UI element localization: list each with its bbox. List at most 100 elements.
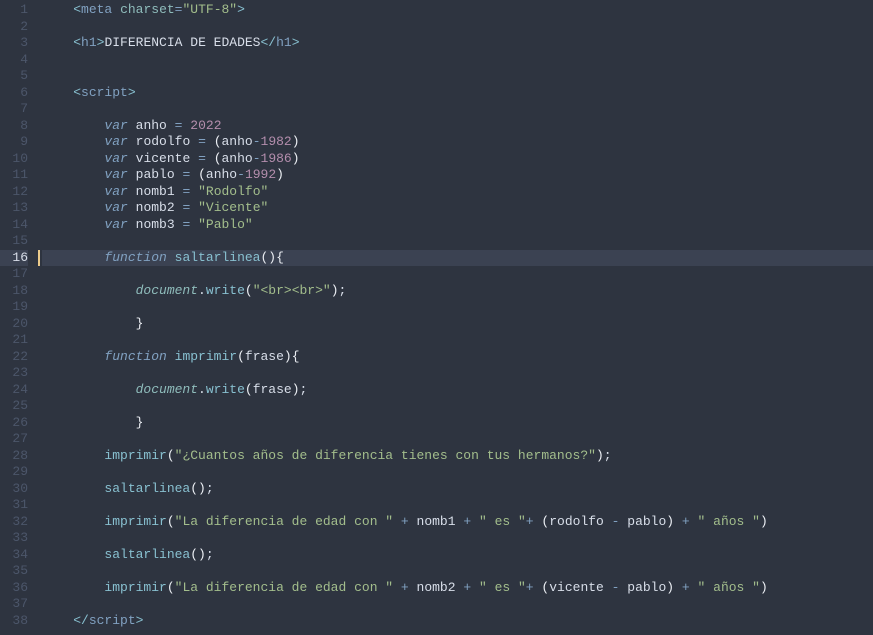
token-var: anho — [206, 167, 237, 182]
code-line[interactable]: var rodolfo = (anho-1982) — [42, 134, 873, 151]
line-number[interactable]: 17 — [0, 266, 28, 283]
code-line[interactable] — [42, 68, 873, 85]
line-number[interactable]: 24 — [0, 382, 28, 399]
line-number[interactable]: 27 — [0, 431, 28, 448]
line-number[interactable]: 13 — [0, 200, 28, 217]
line-number-gutter[interactable]: 1234567891011121314151617181920212223242… — [0, 0, 38, 635]
line-number[interactable]: 26 — [0, 415, 28, 432]
code-editor[interactable]: 1234567891011121314151617181920212223242… — [0, 0, 873, 635]
token-string: "Vicente" — [198, 200, 268, 215]
code-line[interactable]: function saltarlinea(){ — [42, 250, 873, 267]
code-line[interactable] — [42, 266, 873, 283]
line-number[interactable]: 18 — [0, 283, 28, 300]
code-line[interactable]: function imprimir(frase){ — [42, 349, 873, 366]
code-line[interactable] — [42, 233, 873, 250]
code-line[interactable]: document.write(frase); — [42, 382, 873, 399]
code-line[interactable] — [42, 431, 873, 448]
line-number[interactable]: 35 — [0, 563, 28, 580]
line-number[interactable]: 8 — [0, 118, 28, 135]
code-line[interactable]: var pablo = (anho-1992) — [42, 167, 873, 184]
line-number[interactable]: 10 — [0, 151, 28, 168]
code-line[interactable]: saltarlinea(); — [42, 481, 873, 498]
code-line[interactable]: var nomb1 = "Rodolfo" — [42, 184, 873, 201]
code-line[interactable]: imprimir("La diferencia de edad con " + … — [42, 580, 873, 597]
line-number[interactable]: 38 — [0, 613, 28, 630]
line-number[interactable]: 33 — [0, 530, 28, 547]
token-string: " es " — [479, 514, 526, 529]
line-number[interactable]: 25 — [0, 398, 28, 415]
code-line[interactable]: } — [42, 316, 873, 333]
line-number[interactable]: 7 — [0, 101, 28, 118]
code-line[interactable]: var anho = 2022 — [42, 118, 873, 135]
line-number[interactable]: 29 — [0, 464, 28, 481]
line-number[interactable]: 30 — [0, 481, 28, 498]
code-line[interactable]: </script> — [42, 613, 873, 630]
code-line[interactable] — [42, 563, 873, 580]
code-line[interactable] — [42, 530, 873, 547]
code-line[interactable]: document.write("<br><br>"); — [42, 283, 873, 300]
line-number[interactable]: 3 — [0, 35, 28, 52]
token-paren: ) — [292, 382, 300, 397]
token-plain — [42, 316, 136, 331]
line-number[interactable]: 22 — [0, 349, 28, 366]
code-line[interactable]: } — [42, 415, 873, 432]
code-line[interactable]: imprimir("¿Cuantos años de diferencia ti… — [42, 448, 873, 465]
code-line[interactable]: saltarlinea(); — [42, 547, 873, 564]
code-line[interactable] — [42, 19, 873, 36]
line-number[interactable]: 21 — [0, 332, 28, 349]
code-line[interactable] — [42, 332, 873, 349]
line-number[interactable]: 36 — [0, 580, 28, 597]
token-string: " años " — [698, 580, 760, 595]
token-plain — [128, 118, 136, 133]
line-number[interactable]: 31 — [0, 497, 28, 514]
line-number[interactable]: 2 — [0, 19, 28, 36]
line-number[interactable]: 32 — [0, 514, 28, 531]
token-plain: ; — [206, 547, 214, 562]
code-line[interactable] — [42, 52, 873, 69]
token-var: nomb3 — [136, 217, 175, 232]
code-line[interactable] — [42, 398, 873, 415]
code-line[interactable] — [42, 596, 873, 613]
code-line[interactable] — [42, 365, 873, 382]
line-number[interactable]: 19 — [0, 299, 28, 316]
line-number[interactable]: 28 — [0, 448, 28, 465]
line-number[interactable]: 1 — [0, 2, 28, 19]
token-string: "La diferencia de edad con " — [175, 514, 393, 529]
token-op: = — [198, 151, 206, 166]
code-line[interactable] — [42, 299, 873, 316]
line-number[interactable]: 14 — [0, 217, 28, 234]
line-number[interactable]: 6 — [0, 85, 28, 102]
line-number[interactable]: 9 — [0, 134, 28, 151]
code-line[interactable] — [42, 497, 873, 514]
code-line[interactable]: <meta charset="UTF-8"> — [42, 2, 873, 19]
token-var: anho — [136, 118, 167, 133]
token-op: + — [682, 514, 690, 529]
line-number[interactable]: 12 — [0, 184, 28, 201]
line-number[interactable]: 4 — [0, 52, 28, 69]
token-paren: ) — [760, 514, 768, 529]
code-line[interactable] — [42, 101, 873, 118]
line-number[interactable]: 34 — [0, 547, 28, 564]
line-number[interactable]: 15 — [0, 233, 28, 250]
line-number[interactable]: 5 — [0, 68, 28, 85]
code-line[interactable]: var nomb3 = "Pablo" — [42, 217, 873, 234]
line-number[interactable]: 23 — [0, 365, 28, 382]
token-var: nomb2 — [417, 580, 456, 595]
token-punct: < — [73, 2, 81, 17]
line-number[interactable]: 20 — [0, 316, 28, 333]
code-line[interactable]: imprimir("La diferencia de edad con " + … — [42, 514, 873, 531]
token-plain — [690, 514, 698, 529]
token-paren: ( — [214, 134, 222, 149]
token-plain — [190, 151, 198, 166]
token-plain — [393, 514, 401, 529]
line-number[interactable]: 16 — [0, 250, 28, 267]
line-number[interactable]: 37 — [0, 596, 28, 613]
code-line[interactable]: var vicente = (anho-1986) — [42, 151, 873, 168]
code-line[interactable]: var nomb2 = "Vicente" — [42, 200, 873, 217]
code-line[interactable]: <h1>DIFERENCIA DE EDADES</h1> — [42, 35, 873, 52]
token-plain — [167, 250, 175, 265]
line-number[interactable]: 11 — [0, 167, 28, 184]
code-line[interactable]: <script> — [42, 85, 873, 102]
code-line[interactable] — [42, 464, 873, 481]
code-area[interactable]: <meta charset="UTF-8"> <h1>DIFERENCIA DE… — [38, 0, 873, 635]
